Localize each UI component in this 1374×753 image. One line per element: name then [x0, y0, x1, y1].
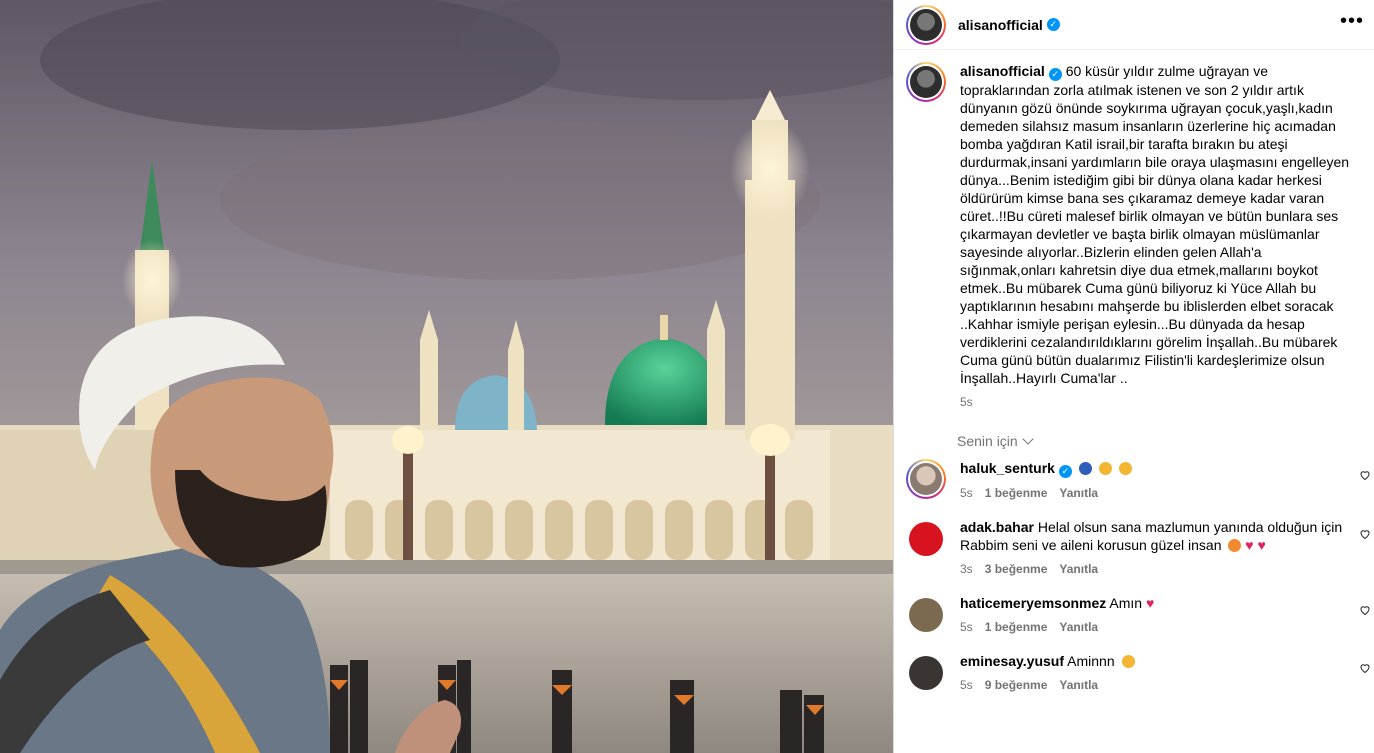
hands-emoji-icon [1118, 462, 1132, 475]
caption-avatar[interactable] [906, 62, 946, 102]
caption-text: 60 küsür yıldır zulme uğrayan ve toprakl… [960, 63, 1350, 386]
comment-avatar[interactable] [909, 598, 943, 632]
heart-icon[interactable] [1359, 604, 1371, 616]
comment-item: haticemeryemsonmez Amın ♥ 5s 1 beğenme Y… [894, 594, 1374, 636]
author-avatar[interactable] [906, 4, 946, 45]
pink-heart-emoji-icon: ♥ [1257, 537, 1266, 553]
heart-icon[interactable] [1359, 469, 1371, 481]
comment-filter[interactable]: Senin için [957, 433, 1374, 449]
nazar-emoji-icon [1078, 462, 1092, 475]
comment-time[interactable]: 3s [960, 560, 973, 578]
comment-item: eminesay.yusuf Aminnn 5s 9 beğenme Yanıt… [894, 652, 1374, 694]
comment-likes[interactable]: 1 beğenme [985, 618, 1048, 636]
comment-username[interactable]: eminesay.yusuf [960, 653, 1064, 669]
comment-username[interactable]: adak.bahar [960, 519, 1034, 535]
comment-text: Aminnn [1067, 653, 1115, 669]
comments-scroll-area[interactable]: alisanofficial ✓ 60 küsür yıldır zulme uğ… [894, 50, 1374, 753]
comment-filter-label: Senin için [957, 433, 1018, 449]
caption-time[interactable]: 5s [960, 393, 1360, 411]
comment-avatar[interactable] [909, 522, 943, 556]
post-header: alisanofficial ✓ ••• [894, 0, 1374, 50]
comment-time[interactable]: 5s [960, 618, 973, 636]
pink-heart-emoji-icon: ♥ [1245, 537, 1254, 553]
verified-badge-icon: ✓ [1046, 18, 1060, 31]
hands-emoji-icon [1098, 462, 1112, 475]
comment-avatar[interactable] [906, 459, 946, 499]
hands-emoji-icon [1121, 655, 1135, 668]
chevron-down-icon [1022, 433, 1034, 445]
comment-likes[interactable]: 3 beğenme [985, 560, 1048, 578]
post-details-panel: alisanofficial ✓ ••• alisanofficial ✓ 60 … [893, 0, 1374, 753]
comment-likes[interactable]: 9 beğenme [985, 676, 1048, 694]
author-username[interactable]: alisanofficial [958, 17, 1043, 33]
more-horizontal-icon[interactable]: ••• [1340, 10, 1364, 33]
comment-avatar[interactable] [909, 656, 943, 690]
comment-time[interactable]: 5s [960, 676, 973, 694]
comment-text: Amın [1109, 595, 1143, 611]
post-photo[interactable] [0, 0, 893, 753]
comment-likes[interactable]: 1 beğenme [985, 484, 1048, 502]
post-image [0, 0, 893, 753]
comment-item: haluk_senturk ✓ 5s 1 beğenme Yanıtla [894, 459, 1374, 502]
verified-badge-icon: ✓ [1048, 68, 1062, 81]
comment-time[interactable]: 5s [960, 484, 973, 502]
comment-username[interactable]: haluk_senturk [960, 460, 1055, 476]
heart-icon[interactable] [1359, 662, 1371, 674]
post-caption: alisanofficial ✓ 60 küsür yıldır zulme uğ… [894, 50, 1374, 411]
heart-ribbon-emoji-icon [1228, 539, 1242, 552]
comment-username[interactable]: haticemeryemsonmez [960, 595, 1106, 611]
reply-button[interactable]: Yanıtla [1059, 618, 1098, 636]
caption-username[interactable]: alisanofficial [960, 63, 1045, 79]
reply-button[interactable]: Yanıtla [1059, 676, 1098, 694]
heart-emoji-icon: ♥ [1146, 595, 1155, 611]
heart-icon[interactable] [1359, 528, 1371, 540]
verified-badge-icon: ✓ [1058, 465, 1072, 478]
reply-button[interactable]: Yanıtla [1059, 484, 1098, 502]
reply-button[interactable]: Yanıtla [1059, 560, 1098, 578]
comment-item: adak.bahar Helal olsun sana mazlumun yan… [894, 518, 1374, 578]
